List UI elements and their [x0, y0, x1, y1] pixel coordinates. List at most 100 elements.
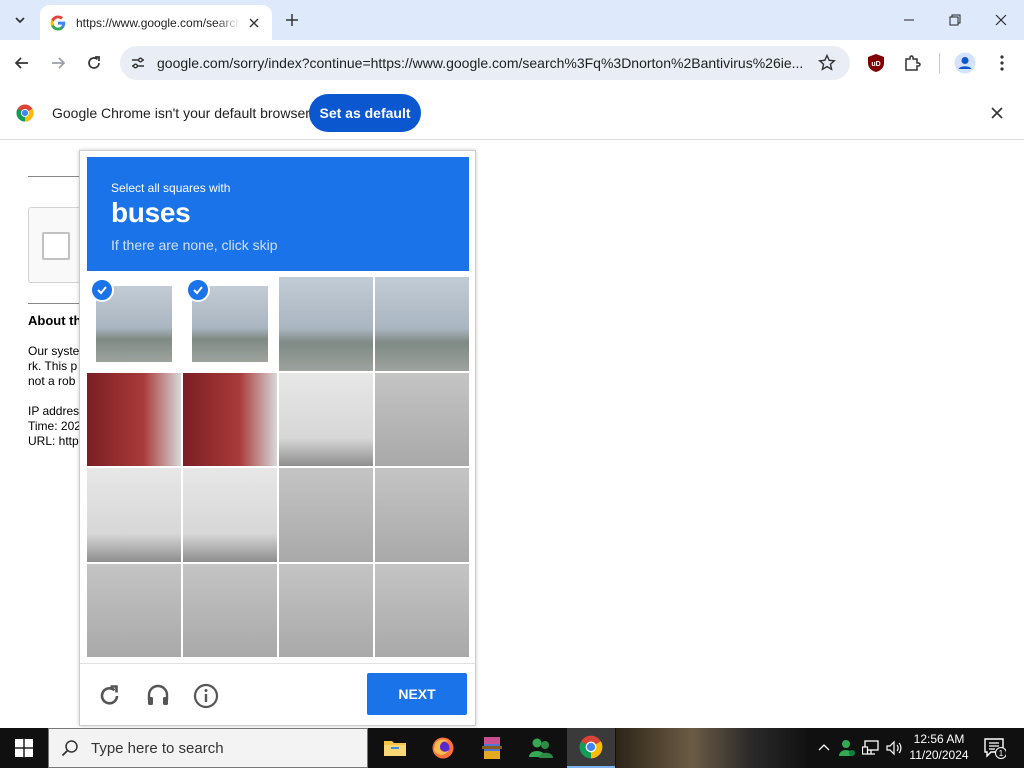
- profile-button[interactable]: [953, 51, 977, 75]
- minimize-button[interactable]: [886, 0, 932, 40]
- chrome-app[interactable]: [567, 728, 615, 768]
- address-bar[interactable]: google.com/sorry/index?continue=https://…: [120, 46, 850, 80]
- reload-icon: [88, 56, 100, 69]
- next-button[interactable]: NEXT: [367, 673, 467, 715]
- captcha-tile[interactable]: [279, 563, 373, 657]
- browser-tab[interactable]: https://www.google.com/search: [40, 5, 272, 40]
- arrow-right-icon: [52, 57, 66, 69]
- captcha-tile[interactable]: [183, 563, 277, 657]
- tile-image: [183, 563, 277, 657]
- reload-challenge-icon[interactable]: [96, 682, 124, 710]
- profile-avatar-icon: [954, 52, 976, 74]
- clock-time: 12:56 AM: [913, 732, 965, 746]
- captcha-tile[interactable]: [183, 372, 277, 466]
- para-line: rk. This p: [28, 359, 78, 373]
- minimize-icon: [904, 19, 914, 21]
- captcha-tile[interactable]: [87, 468, 181, 562]
- image-tile-grid: [87, 277, 469, 657]
- ublock-extension-button[interactable]: uD: [864, 51, 888, 75]
- firefox-app[interactable]: [419, 728, 467, 768]
- reload-button[interactable]: [82, 51, 106, 75]
- tile-image: [279, 277, 373, 371]
- new-tab-button[interactable]: [282, 10, 302, 30]
- captcha-tile[interactable]: [87, 372, 181, 466]
- search-icon: [61, 740, 78, 757]
- tile-image: [87, 468, 181, 562]
- show-hidden-icons-icon[interactable]: [814, 738, 834, 758]
- tile-image: [375, 372, 469, 466]
- file-explorer-app[interactable]: [371, 728, 419, 768]
- captcha-tile[interactable]: [183, 468, 277, 562]
- tab-title: https://www.google.com/search: [76, 15, 240, 30]
- start-button[interactable]: [0, 728, 48, 768]
- captcha-challenge: Select all squares with buses If there a…: [79, 150, 476, 726]
- more-vertical-icon: [1000, 55, 1004, 71]
- tab-search-button[interactable]: [8, 8, 32, 32]
- captcha-tile[interactable]: [279, 277, 373, 371]
- notification-count: 1: [999, 749, 1004, 758]
- plus-icon: [286, 14, 298, 26]
- site-info-icon[interactable]: [128, 53, 148, 73]
- infobar-close-icon[interactable]: [988, 104, 1006, 122]
- tile-image: [375, 468, 469, 562]
- user-status-icon[interactable]: [837, 738, 857, 758]
- skip-hint: If there are none, click skip: [111, 237, 278, 253]
- arrow-left-icon: [14, 57, 28, 69]
- tile-image: [375, 277, 469, 371]
- volume-icon[interactable]: [884, 738, 904, 758]
- back-button[interactable]: [10, 51, 34, 75]
- set-as-default-button[interactable]: Set as default: [309, 94, 421, 132]
- bookmark-star-icon[interactable]: [818, 54, 836, 72]
- captcha-tile[interactable]: [279, 468, 373, 562]
- restore-icon: [949, 14, 961, 26]
- recaptcha-checkbox[interactable]: [42, 232, 70, 260]
- default-browser-infobar: Google Chrome isn't your default browser…: [0, 86, 1024, 140]
- archive-books-icon: [482, 737, 502, 759]
- forward-button[interactable]: [46, 51, 70, 75]
- infobar-message: Google Chrome isn't your default browser: [52, 105, 310, 121]
- captcha-tile[interactable]: [375, 277, 469, 371]
- taskbar-clock[interactable]: 12:56 AM 11/20/2024: [904, 731, 974, 763]
- tab-close-icon[interactable]: [246, 15, 262, 31]
- url-text[interactable]: google.com/sorry/index?continue=https://…: [157, 55, 807, 71]
- chrome-icon: [579, 735, 603, 759]
- captcha-tile[interactable]: [375, 372, 469, 466]
- tab-strip: https://www.google.com/search: [0, 0, 1024, 40]
- tile-selected-check-icon: [90, 278, 114, 302]
- people-app[interactable]: [517, 728, 565, 768]
- search-placeholder: Type here to search: [91, 739, 224, 757]
- captcha-tile[interactable]: [279, 372, 373, 466]
- audio-challenge-icon[interactable]: [144, 682, 172, 710]
- tile-image: [183, 468, 277, 562]
- close-window-button[interactable]: [978, 0, 1024, 40]
- tile-image: [375, 563, 469, 657]
- captcha-tile[interactable]: [87, 277, 181, 371]
- tile-image: [279, 372, 373, 466]
- contacts-icon: [529, 738, 553, 758]
- tile-image: [279, 563, 373, 657]
- network-icon[interactable]: [861, 738, 881, 758]
- puzzle-icon: [905, 55, 921, 71]
- chrome-menu-button[interactable]: [990, 51, 1014, 75]
- ublock-shield-icon: uD: [868, 54, 884, 72]
- firefox-icon: [432, 737, 454, 759]
- notification-center-button[interactable]: 1: [982, 736, 1007, 760]
- extensions-button[interactable]: [900, 51, 924, 75]
- challenge-footer: NEXT: [80, 663, 475, 725]
- para-line: not a rob: [28, 374, 76, 388]
- google-g-icon: [50, 15, 66, 30]
- info-line: IP addres: [28, 404, 80, 418]
- windows-logo-icon: [15, 739, 33, 757]
- captcha-tile[interactable]: [183, 277, 277, 371]
- captcha-tile[interactable]: [375, 468, 469, 562]
- taskbar-search[interactable]: Type here to search: [48, 728, 368, 768]
- captcha-tile[interactable]: [375, 563, 469, 657]
- close-icon: [995, 14, 1007, 26]
- info-icon[interactable]: [192, 682, 220, 710]
- restore-button[interactable]: [932, 0, 978, 40]
- para-line: Our syste: [28, 344, 80, 358]
- folder-icon: [384, 741, 406, 756]
- captcha-tile[interactable]: [87, 563, 181, 657]
- winrar-app[interactable]: [468, 728, 516, 768]
- about-heading: About th: [28, 313, 80, 328]
